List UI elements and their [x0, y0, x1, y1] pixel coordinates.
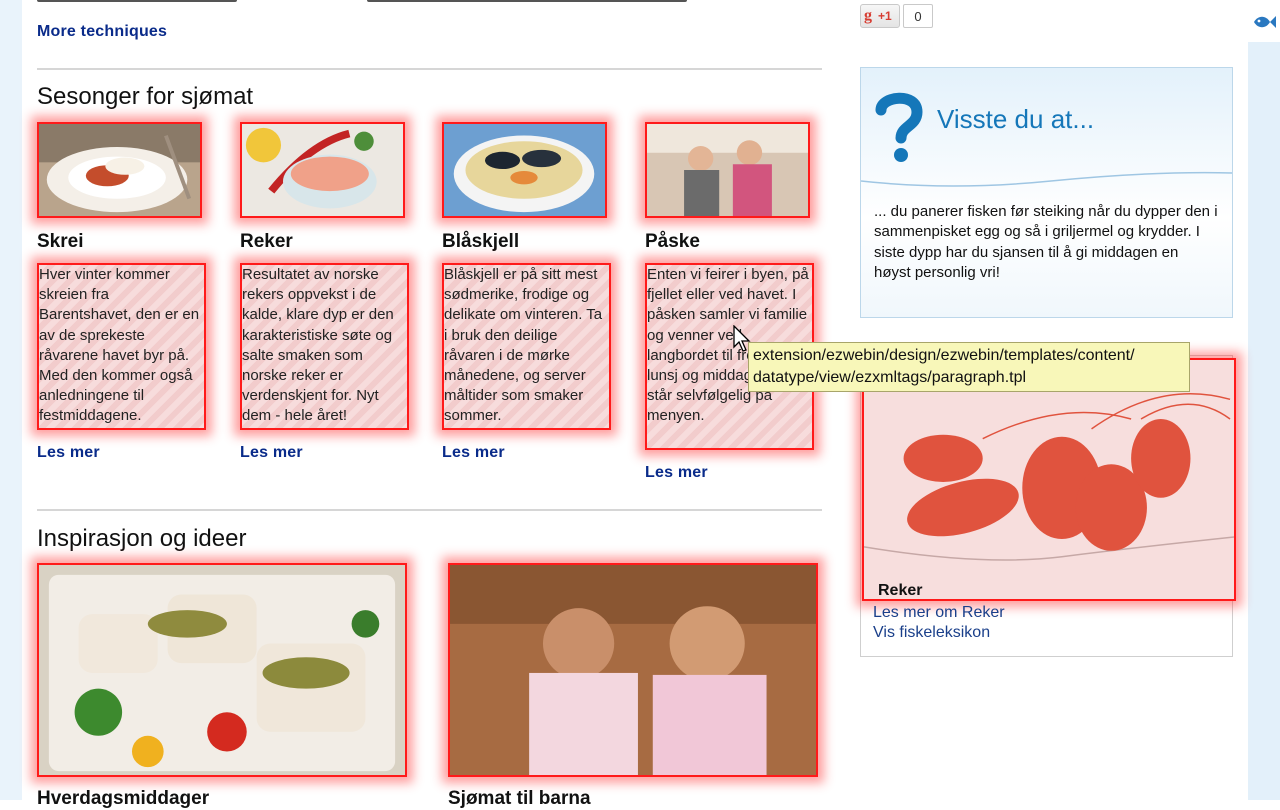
- paaske-image[interactable]: [645, 122, 810, 218]
- paaske-title: Påske: [645, 231, 700, 252]
- seasons-heading: Sesonger for sjømat: [37, 83, 254, 110]
- inspiration-heading: Inspirasjon og ideer: [37, 525, 247, 552]
- left-page-gutter: [0, 0, 22, 800]
- blaaskjell-les-mer-link[interactable]: Les mer: [442, 444, 505, 462]
- blaaskjell-text-box: Blåskjell er på sitt mest sødmerike, fro…: [442, 263, 611, 430]
- more-techniques-link[interactable]: More techniques: [37, 23, 167, 41]
- cut-off-text-line: [37, 0, 817, 4]
- reker-text-box: Resultatet av norske rekers oppvekst i d…: [240, 263, 409, 430]
- tooltip-line-2: datatype/view/ezxmltags/paragraph.tpl: [753, 369, 1027, 386]
- gplus-count: 0: [903, 4, 933, 28]
- mouse-cursor-icon: [733, 325, 751, 352]
- reker-les-mer-link[interactable]: Les mer: [240, 444, 303, 462]
- did-you-know-title: Visste du at...: [937, 104, 1095, 134]
- gplus-label: +1: [878, 9, 892, 23]
- skrei-text-box: Hver vinter kommer skreien fra Barentsha…: [37, 263, 206, 430]
- wave-divider: [861, 171, 1232, 187]
- google-g-icon: g: [864, 7, 872, 24]
- blaaskjell-title: Blåskjell: [442, 231, 520, 252]
- tooltip-line-1: extension/ezwebin/design/ezwebin/templat…: [753, 347, 1135, 364]
- sjomat-til-barna-title: Sjømat til barna: [448, 788, 591, 809]
- skrei-image[interactable]: [37, 122, 202, 218]
- skrei-les-mer-link[interactable]: Les mer: [37, 444, 100, 462]
- reker-title: Reker: [240, 231, 293, 252]
- did-you-know-text: ... du panerer fisken før steiking når d…: [874, 203, 1218, 282]
- divider: [37, 68, 822, 70]
- fish-lexicon-link[interactable]: Vis fiskeleksikon: [873, 624, 990, 642]
- sjomat-til-barna-image[interactable]: [448, 563, 818, 777]
- hverdagsmiddager-title: Hverdagsmiddager: [37, 788, 210, 809]
- feature-label: Reker: [878, 582, 923, 599]
- right-page-gutter: [1248, 0, 1280, 800]
- hverdagsmiddager-image[interactable]: [37, 563, 407, 777]
- blaaskjell-image[interactable]: [442, 122, 607, 218]
- paaske-les-mer-link[interactable]: Les mer: [645, 464, 708, 482]
- read-more-reker-link[interactable]: Les mer om Reker: [873, 604, 1005, 622]
- reker-text: Resultatet av norske rekers oppvekst i d…: [242, 266, 394, 425]
- template-path-tooltip: extension/ezwebin/design/ezwebin/templat…: [748, 342, 1190, 392]
- blaaskjell-text: Blåskjell er på sitt mest sødmerike, fro…: [444, 266, 603, 425]
- reker-feature-image[interactable]: [862, 358, 1236, 601]
- skrei-title: Skrei: [37, 231, 84, 252]
- fish-icon[interactable]: [1250, 12, 1276, 32]
- question-mark-icon: [875, 92, 923, 162]
- divider: [37, 509, 822, 511]
- skrei-text: Hver vinter kommer skreien fra Barentsha…: [39, 266, 200, 425]
- did-you-know-box: Visste du at... ... du panerer fisken fø…: [860, 67, 1233, 318]
- google-plus-button[interactable]: g +1: [860, 4, 900, 28]
- reker-image[interactable]: [240, 122, 405, 218]
